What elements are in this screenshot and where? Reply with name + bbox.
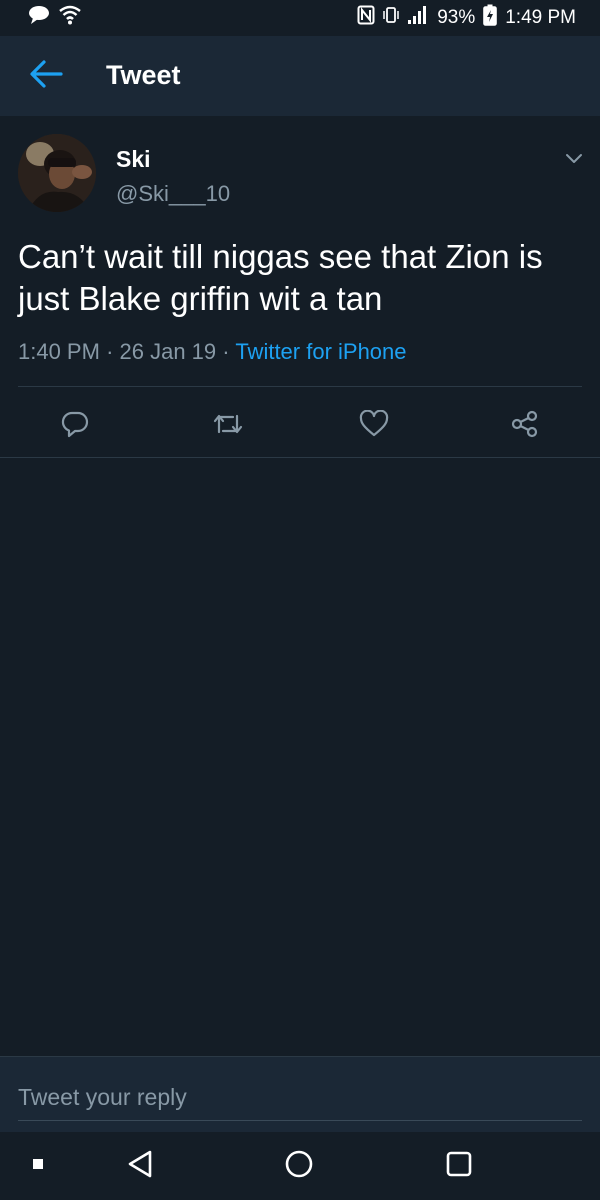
- avatar[interactable]: [18, 134, 96, 212]
- meta-separator: ·: [106, 339, 114, 364]
- dot-icon: [31, 1157, 45, 1176]
- reply-button[interactable]: [55, 408, 95, 444]
- tweet-text: Can’t wait till niggas see that Zion is …: [18, 238, 543, 317]
- nav-dot-button[interactable]: [20, 1148, 56, 1184]
- status-right: 93% 1:49 PM: [357, 4, 576, 32]
- heart-icon: [359, 409, 389, 443]
- retweet-icon: [212, 410, 244, 443]
- reply-input[interactable]: [18, 1075, 582, 1121]
- reply-bar: [0, 1056, 600, 1132]
- square-recents-icon: [444, 1149, 474, 1184]
- clock: 1:49 PM: [505, 7, 576, 28]
- nav-bar: [0, 1132, 600, 1200]
- battery-percent: 93%: [437, 7, 476, 28]
- like-button[interactable]: [354, 408, 394, 444]
- vibrate-icon: [383, 5, 399, 31]
- triangle-back-icon: [126, 1149, 154, 1184]
- meta-separator: ·: [222, 339, 230, 364]
- author-handle[interactable]: @Ski___10: [116, 181, 230, 207]
- back-button[interactable]: [26, 58, 66, 94]
- status-bar: 93% 1:49 PM: [0, 0, 600, 36]
- circle-home-icon: [284, 1149, 314, 1184]
- tweet-actions: [0, 408, 600, 448]
- tweet-date: 26 Jan 19: [119, 339, 217, 364]
- tweet-meta: 1:40 PM · 26 Jan 19 · Twitter for iPhone: [18, 339, 407, 365]
- chat-icon: [28, 5, 50, 31]
- nav-home-button[interactable]: [281, 1148, 317, 1184]
- arrow-left-icon: [29, 59, 63, 94]
- nfc-icon: [357, 5, 375, 31]
- signal-icon: [407, 5, 429, 31]
- status-left: [28, 5, 82, 31]
- nav-recents-button[interactable]: [441, 1148, 477, 1184]
- tweet-card: Ski @Ski___10 Can’t wait till niggas see…: [0, 116, 600, 458]
- app-bar: Tweet: [0, 36, 600, 116]
- page-title: Tweet: [106, 60, 181, 90]
- share-button[interactable]: [505, 408, 545, 444]
- reply-icon: [60, 409, 90, 444]
- nav-back-button[interactable]: [122, 1148, 158, 1184]
- tweet-time: 1:40 PM: [18, 339, 100, 364]
- author-name[interactable]: Ski: [116, 146, 151, 173]
- chevron-down-icon: [562, 154, 586, 174]
- divider: [18, 386, 582, 387]
- wifi-icon: [58, 5, 82, 31]
- share-icon: [510, 409, 540, 444]
- battery-icon: [483, 4, 498, 32]
- retweet-button[interactable]: [208, 408, 248, 444]
- more-options-button[interactable]: [562, 146, 586, 170]
- tweet-source-link[interactable]: Twitter for iPhone: [235, 339, 406, 364]
